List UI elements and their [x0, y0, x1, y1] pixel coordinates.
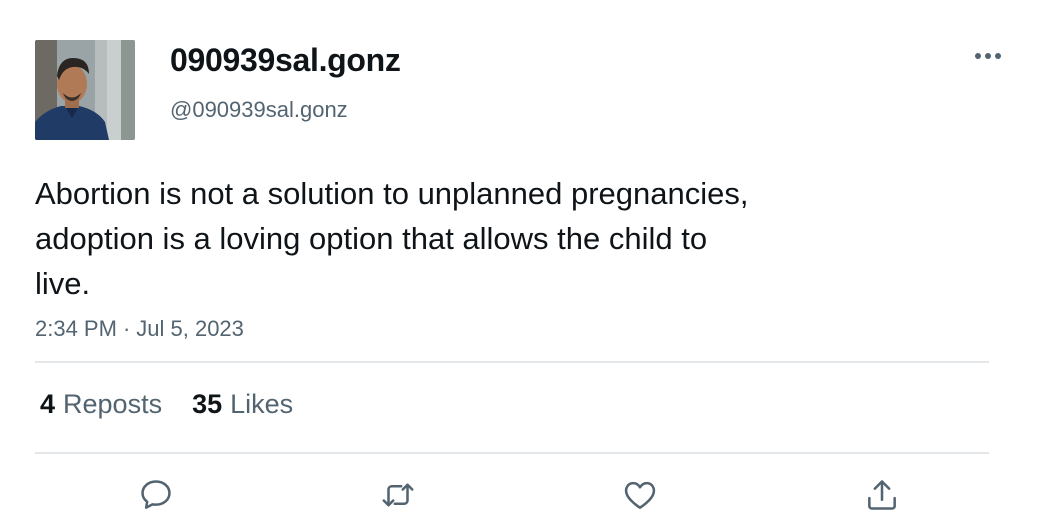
- post-time: 2:34 PM: [35, 316, 117, 341]
- heart-icon: [624, 481, 656, 509]
- reply-button[interactable]: [136, 476, 176, 514]
- timestamp-separator: ·: [122, 316, 131, 341]
- likes-stat[interactable]: 35 Likes: [192, 388, 293, 420]
- likes-count: 35: [192, 389, 223, 419]
- reposts-label: Reposts: [63, 389, 163, 419]
- divider: [35, 452, 989, 454]
- post-card: 090939sal.gonz @090939sal.gonz Abortion …: [0, 0, 1050, 525]
- reposts-stat[interactable]: 4 Reposts: [40, 388, 162, 420]
- share-button[interactable]: [862, 476, 902, 514]
- post-timestamp[interactable]: 2:34 PM · Jul 5, 2023: [35, 318, 244, 340]
- divider: [35, 361, 989, 363]
- comment-icon: [141, 480, 171, 509]
- likes-label: Likes: [230, 389, 294, 419]
- avatar[interactable]: [35, 40, 135, 140]
- more-horizontal-icon: [975, 53, 1001, 59]
- repost-button[interactable]: [378, 476, 418, 514]
- post-text: Abortion is not a solution to unplanned …: [35, 176, 749, 301]
- avatar-image: [35, 40, 135, 140]
- share-icon: [868, 480, 896, 510]
- reposts-count: 4: [40, 389, 56, 419]
- author-display-name[interactable]: 090939sal.gonz: [170, 44, 401, 76]
- like-button[interactable]: [620, 476, 660, 514]
- repost-icon: [382, 483, 414, 507]
- more-options-button[interactable]: [971, 44, 1005, 68]
- author-handle[interactable]: @090939sal.gonz: [170, 99, 348, 121]
- post-date: Jul 5, 2023: [136, 316, 244, 341]
- engagement-stats: 4 Reposts 35 Likes: [40, 388, 293, 420]
